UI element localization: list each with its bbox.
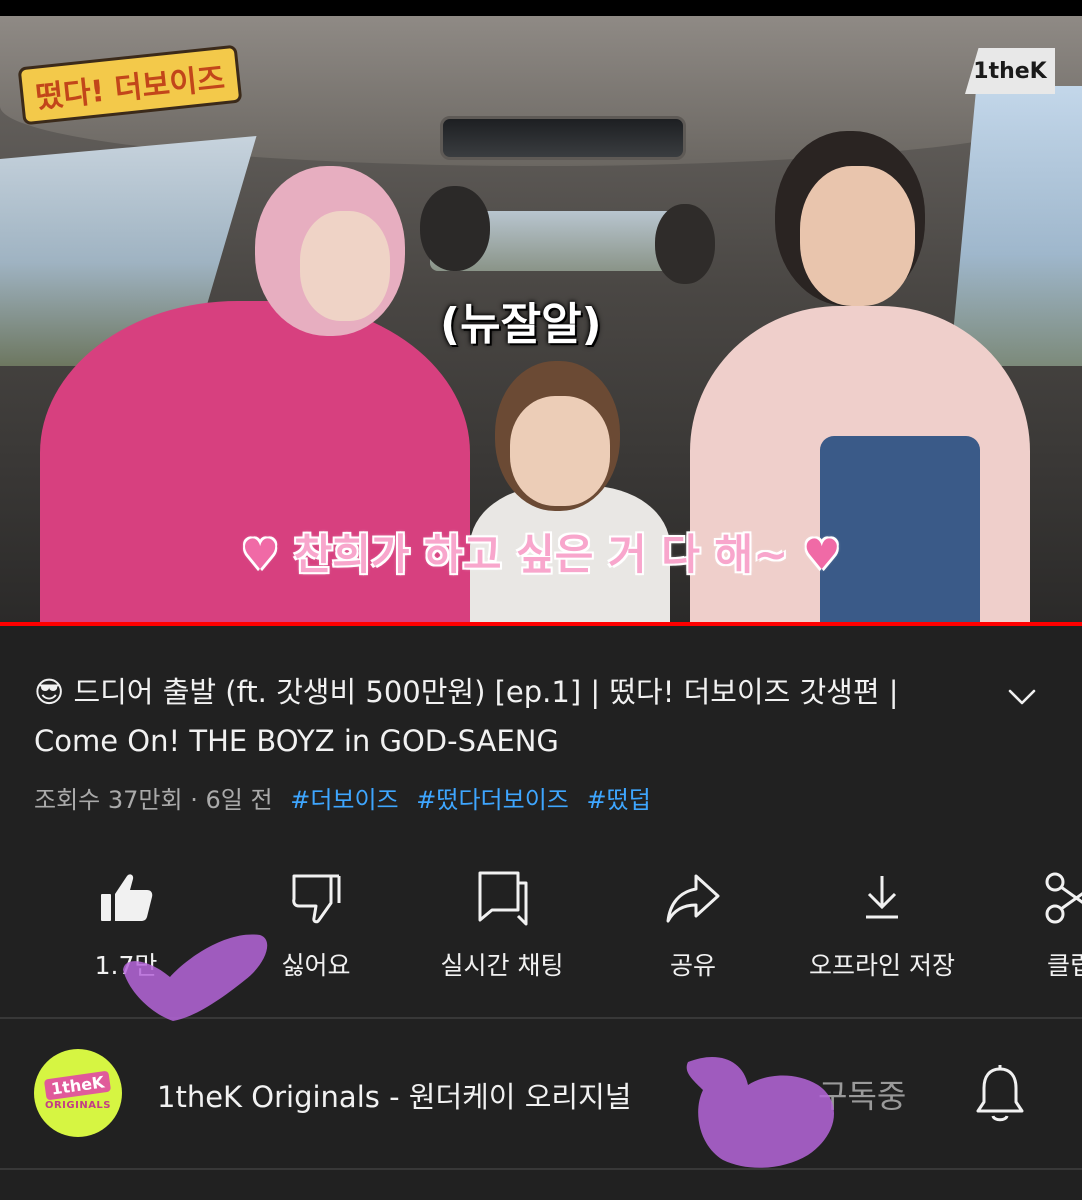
live-chat-icon bbox=[478, 871, 528, 926]
upload-age: 6일 전 bbox=[205, 786, 273, 814]
back-passenger-2 bbox=[655, 204, 715, 284]
thumbs-down-icon bbox=[292, 874, 341, 924]
clip-label: 클립 bbox=[1046, 951, 1082, 980]
notification-bell-button[interactable] bbox=[975, 1064, 1025, 1130]
brand-logo: 1theK bbox=[965, 48, 1055, 94]
channel-avatar[interactable]: 1theK ORIGINALS bbox=[34, 1049, 122, 1137]
live-chat-button[interactable]: 실시간 채팅 bbox=[412, 868, 592, 982]
video-progress-fill bbox=[0, 622, 1082, 626]
share-label: 공유 bbox=[669, 951, 716, 980]
bell-icon bbox=[976, 1065, 1024, 1122]
heart-icon: ♥ bbox=[241, 530, 280, 579]
thumbs-up-filled-icon bbox=[101, 874, 153, 921]
car-sunroof bbox=[440, 116, 686, 160]
like-button[interactable]: 1.7만 bbox=[36, 868, 216, 982]
hashtag-link[interactable]: #떴덥 bbox=[587, 786, 651, 814]
avatar-sub-text: ORIGINALS bbox=[44, 1100, 112, 1111]
subtitle-caption-bottom: ♥ 찬희가 하고 싶은 거 다 해~ ♥ bbox=[0, 521, 1082, 582]
section-divider bbox=[0, 1168, 1082, 1170]
hashtag-link[interactable]: #더보이즈 bbox=[290, 786, 398, 814]
share-button[interactable]: 공유 bbox=[603, 868, 783, 982]
video-title[interactable]: 😎 드디어 출발 (ft. 갓생비 500만원) [ep.1] | 떴다! 더보… bbox=[34, 668, 984, 766]
subtitle-text: 찬희가 하고 싶은 거 다 해~ bbox=[293, 530, 789, 579]
video-meta: 조회수 37만회 · 6일 전 #더보이즈 #떴다더보이즈 #떴덥 bbox=[34, 780, 651, 815]
clip-button[interactable]: 클립 bbox=[980, 868, 1082, 982]
top-status-strip bbox=[0, 0, 1082, 16]
subtitle-caption-top: (뉴잘알) bbox=[440, 299, 602, 350]
download-icon bbox=[866, 876, 898, 919]
download-button[interactable]: 오프라인 저장 bbox=[792, 868, 972, 982]
like-count: 1.7만 bbox=[94, 951, 158, 980]
live-chat-label: 실시간 채팅 bbox=[440, 951, 564, 980]
action-bar: 1.7만 싫어요 실시간 채팅 공유 오프라인 저장 클립 bbox=[0, 868, 1082, 980]
dislike-button[interactable]: 싫어요 bbox=[226, 868, 406, 982]
download-label: 오프라인 저장 bbox=[809, 951, 955, 980]
back-passenger-1 bbox=[420, 186, 490, 271]
hashtag-link[interactable]: #떴다더보이즈 bbox=[416, 786, 569, 814]
subscribed-button[interactable]: 구독중 bbox=[818, 1071, 906, 1117]
video-player[interactable]: 떴다! 더보이즈 1theK (뉴잘알) ♥ 찬희가 하고 싶은 거 다 해~ … bbox=[0, 16, 1082, 622]
share-icon bbox=[666, 874, 720, 923]
view-count: 조회수 37만회 bbox=[34, 786, 183, 814]
meta-separator: · bbox=[190, 786, 198, 814]
middle-person-face bbox=[510, 396, 610, 506]
chevron-down-icon bbox=[1008, 689, 1036, 705]
left-person-face bbox=[300, 211, 390, 321]
expand-description-button[interactable] bbox=[1004, 682, 1040, 712]
video-progress-bar[interactable] bbox=[0, 622, 1082, 626]
avatar-logo-text: 1theK bbox=[44, 1070, 112, 1101]
clip-scissors-icon bbox=[1045, 872, 1082, 924]
channel-name[interactable]: 1theK Originals - 원더케이 오리지널 bbox=[157, 1074, 631, 1116]
heart-icon: ♥ bbox=[802, 530, 841, 579]
right-person-face bbox=[800, 166, 915, 306]
dislike-label: 싫어요 bbox=[281, 951, 351, 980]
section-divider bbox=[0, 1017, 1082, 1019]
